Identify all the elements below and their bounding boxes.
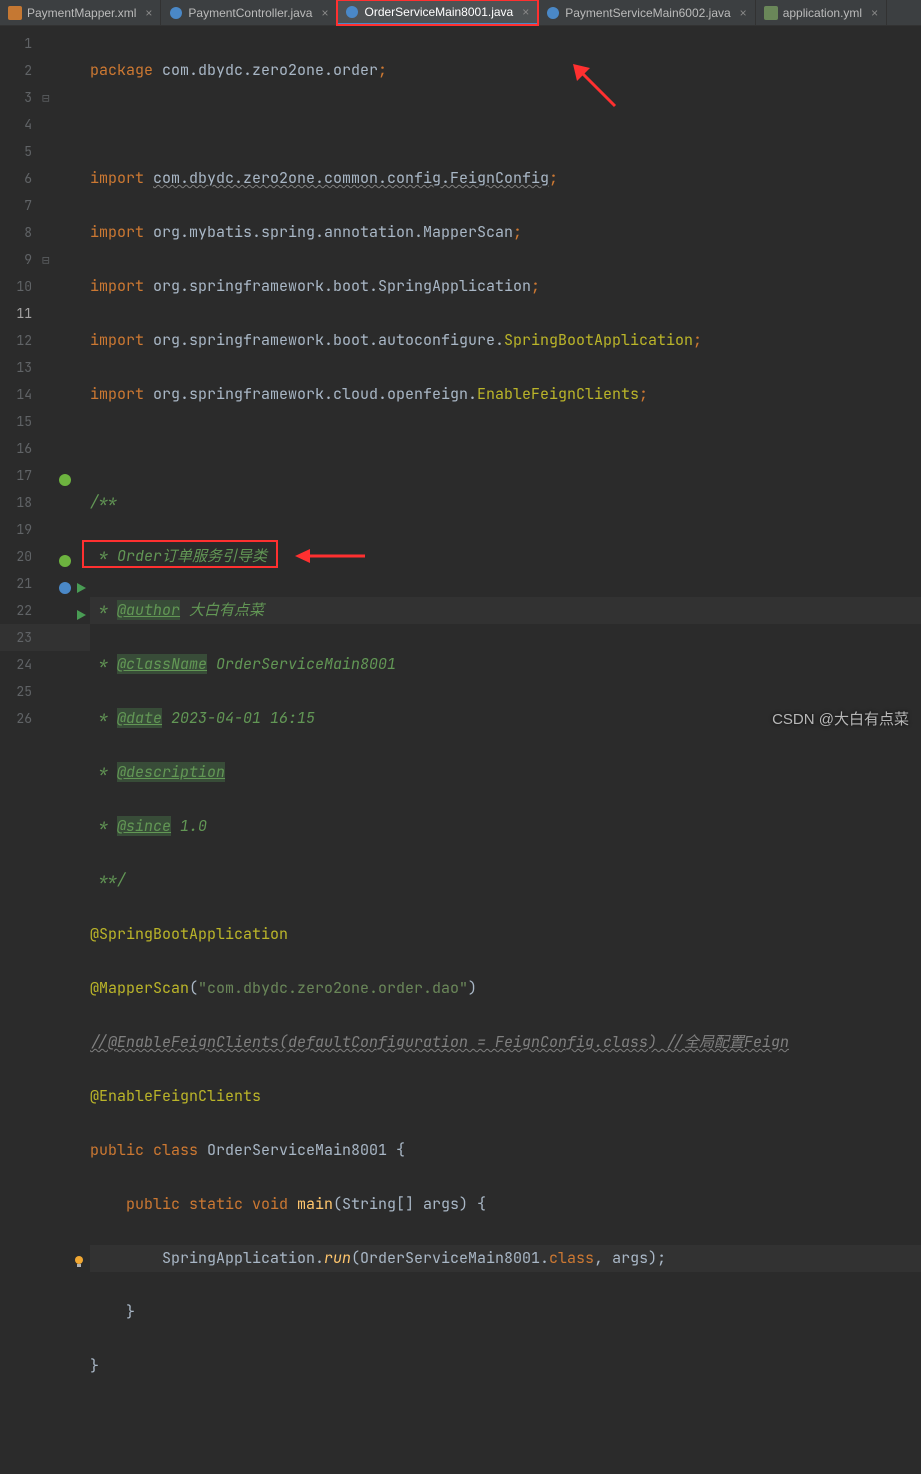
line-number: 13 <box>0 354 90 381</box>
tab-label: PaymentServiceMain6002.java <box>565 6 730 20</box>
tab-application-yml[interactable]: application.yml × <box>756 0 887 25</box>
close-icon[interactable]: × <box>740 6 747 20</box>
tab-label: PaymentMapper.xml <box>27 6 136 20</box>
line-number: 2 <box>0 57 90 84</box>
editor-tabs: PaymentMapper.xml × PaymentController.ja… <box>0 0 921 26</box>
spring-icon[interactable] <box>58 469 72 483</box>
tab-orderservicemain8001[interactable]: OrderServiceMain8001.java × <box>337 0 538 25</box>
fold-icon[interactable]: ⊟ <box>42 246 50 273</box>
xml-icon <box>8 6 22 20</box>
line-number: 19 <box>0 516 90 543</box>
class-icon[interactable] <box>58 577 72 591</box>
line-number: 14 <box>0 381 90 408</box>
line-number: 10 <box>0 273 90 300</box>
fold-icon[interactable]: ⊟ <box>42 84 50 111</box>
line-number: 8 <box>0 219 90 246</box>
tab-paymentservicemain6002[interactable]: PaymentServiceMain6002.java × <box>538 0 755 25</box>
line-number: 4 <box>0 111 90 138</box>
tab-label: PaymentController.java <box>188 6 312 20</box>
line-number: 7 <box>0 192 90 219</box>
line-number: 3⊟ <box>0 84 90 111</box>
close-icon[interactable]: × <box>321 6 328 20</box>
tab-paymentcontroller[interactable]: PaymentController.java × <box>161 0 337 25</box>
line-number: 17 <box>0 462 90 489</box>
line-number: 18 <box>0 489 90 516</box>
line-number: 21 <box>0 570 90 597</box>
close-icon[interactable]: × <box>522 5 529 19</box>
line-number: 5 <box>0 138 90 165</box>
java-icon <box>546 6 560 20</box>
yml-icon <box>764 6 778 20</box>
line-number: 24 <box>0 651 90 678</box>
line-number: 26 <box>0 705 90 732</box>
run-icon[interactable] <box>74 577 88 591</box>
line-number: 25 <box>0 678 90 705</box>
line-number: 11 <box>0 300 90 327</box>
tab-label: application.yml <box>783 6 862 20</box>
line-number: 1 <box>0 30 90 57</box>
code-area[interactable]: package com.dbydc.zero2one.order; import… <box>90 26 921 737</box>
line-number: 6 <box>0 165 90 192</box>
java-icon <box>345 5 359 19</box>
line-number: 16 <box>0 435 90 462</box>
tab-label: OrderServiceMain8001.java <box>364 5 513 19</box>
code-editor[interactable]: 1 2 3⊟ 4 5 6 7 8 9⊟ 10 11 12 13 14 15 16… <box>0 26 921 737</box>
run-icon[interactable] <box>74 604 88 618</box>
line-number: 15 <box>0 408 90 435</box>
java-icon <box>169 6 183 20</box>
spring-icon[interactable] <box>58 550 72 564</box>
watermark: CSDN @大白有点菜 <box>772 708 909 729</box>
line-number: 12 <box>0 327 90 354</box>
line-number: 9⊟ <box>0 246 90 273</box>
lightbulb-icon[interactable] <box>72 1250 86 1277</box>
line-number: 20 <box>0 543 90 570</box>
line-number: 22 <box>0 597 90 624</box>
close-icon[interactable]: × <box>871 6 878 20</box>
close-icon[interactable]: × <box>145 6 152 20</box>
tab-paymentmapper[interactable]: PaymentMapper.xml × <box>0 0 161 25</box>
line-number: 23 <box>0 624 90 651</box>
gutter: 1 2 3⊟ 4 5 6 7 8 9⊟ 10 11 12 13 14 15 16… <box>0 26 90 737</box>
